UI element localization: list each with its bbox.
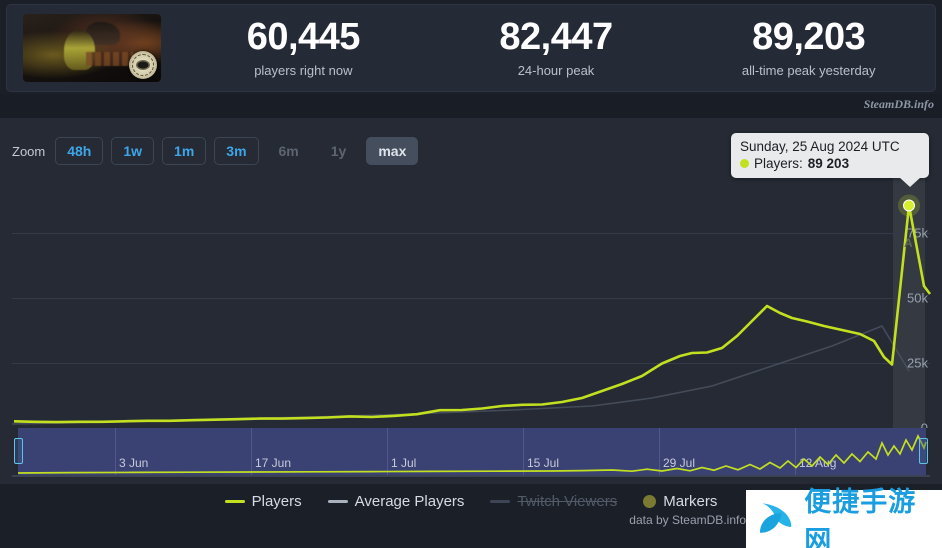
legend-item-twitch-viewers[interactable]: Twitch Viewers	[490, 493, 617, 510]
tooltip-value: 89 203	[807, 156, 850, 171]
thumbnail-crate	[86, 52, 134, 66]
legend-line-icon	[327, 499, 348, 503]
navigator-players-line	[17, 433, 927, 474]
highlight-point-marker[interactable]	[903, 199, 915, 212]
navigator-series	[17, 433, 927, 474]
zoom-button-48h[interactable]: 48h	[55, 136, 104, 166]
stat-value: 82,447	[499, 15, 613, 58]
series-lines	[11, 194, 932, 425]
legend-item-average-players[interactable]: Average Players	[327, 492, 465, 510]
game-capsule-image[interactable]	[23, 14, 161, 82]
tooltip-date: Sunday, 25 Aug 2024 UTC	[740, 139, 900, 154]
zoom-range-selector: Zoom 48h 1w 1m 3m 6m 1y max	[12, 136, 419, 166]
compass-eye-emblem-icon	[129, 51, 157, 79]
data-credit: data by SteamDB.info	[629, 513, 746, 527]
players-line	[13, 204, 932, 424]
legend-line-icon	[490, 499, 511, 503]
zoom-button-max[interactable]: max	[366, 136, 419, 166]
stat-value: 60,445	[246, 15, 361, 58]
legend-dot-icon	[643, 494, 657, 508]
zoom-label: Zoom	[12, 143, 46, 159]
navigator-handle-left[interactable]	[14, 438, 23, 464]
stat-label: players right now	[254, 63, 353, 79]
steamdb-chart-page: 60,445 players right now 82,447 24-hour …	[0, 0, 942, 548]
stat-24h-peak: 82,447 24-hour peak	[430, 15, 683, 79]
legend-label: Average Players	[354, 492, 465, 510]
legend-item-markers[interactable]: Markers	[643, 493, 717, 510]
stats-header-card: 60,445 players right now 82,447 24-hour …	[6, 4, 936, 92]
zoom-button-3m[interactable]: 3m	[214, 136, 259, 166]
tooltip-row: Players: 89 203	[740, 156, 920, 171]
legend-item-players[interactable]: Players	[224, 492, 302, 510]
chart-marker-letter[interactable]: A	[904, 236, 913, 250]
navigator-range-slider[interactable]: 3 Jun 17 Jun 1 Jul 15 Jul 29 Jul 12 Aug	[12, 428, 930, 478]
steamdb-branding-text: SteamDB.info	[863, 97, 934, 111]
legend-label: Players	[251, 492, 302, 510]
zoom-button-1w[interactable]: 1w	[111, 136, 155, 166]
zoom-button-1y: 1y	[319, 137, 359, 165]
legend-label: Markers	[663, 492, 718, 510]
tooltip-series-label: Players:	[754, 156, 803, 171]
steamdb-branding-strip: SteamDB.info	[0, 94, 942, 118]
legend-line-icon	[224, 499, 245, 503]
legend-label: Twitch Viewers	[517, 492, 618, 510]
stat-players-right-now: 60,445 players right now	[177, 15, 430, 79]
zoom-button-6m: 6m	[267, 137, 311, 165]
navigator-handle-right[interactable]	[919, 438, 928, 464]
tooltip-arrow	[899, 177, 921, 187]
stat-label: 24-hour peak	[517, 63, 595, 79]
tooltip-series-dot-icon	[740, 159, 749, 168]
stat-all-time-peak: 89,203 all-time peak yesterday	[682, 15, 935, 79]
site-watermark-overlay: 便捷手游网	[746, 487, 942, 548]
stat-label: all-time peak yesterday	[741, 63, 876, 79]
chart-tooltip: Sunday, 25 Aug 2024 UTC Players: 89 203	[731, 133, 929, 187]
stat-value: 89,203	[752, 15, 866, 58]
leaf-swirl-logo	[759, 503, 792, 533]
game-thumbnail-wrap[interactable]	[7, 14, 177, 82]
watermark-text: 便捷手游网	[804, 487, 917, 548]
navigator-baseline	[12, 475, 930, 477]
zoom-button-1m[interactable]: 1m	[162, 136, 207, 166]
